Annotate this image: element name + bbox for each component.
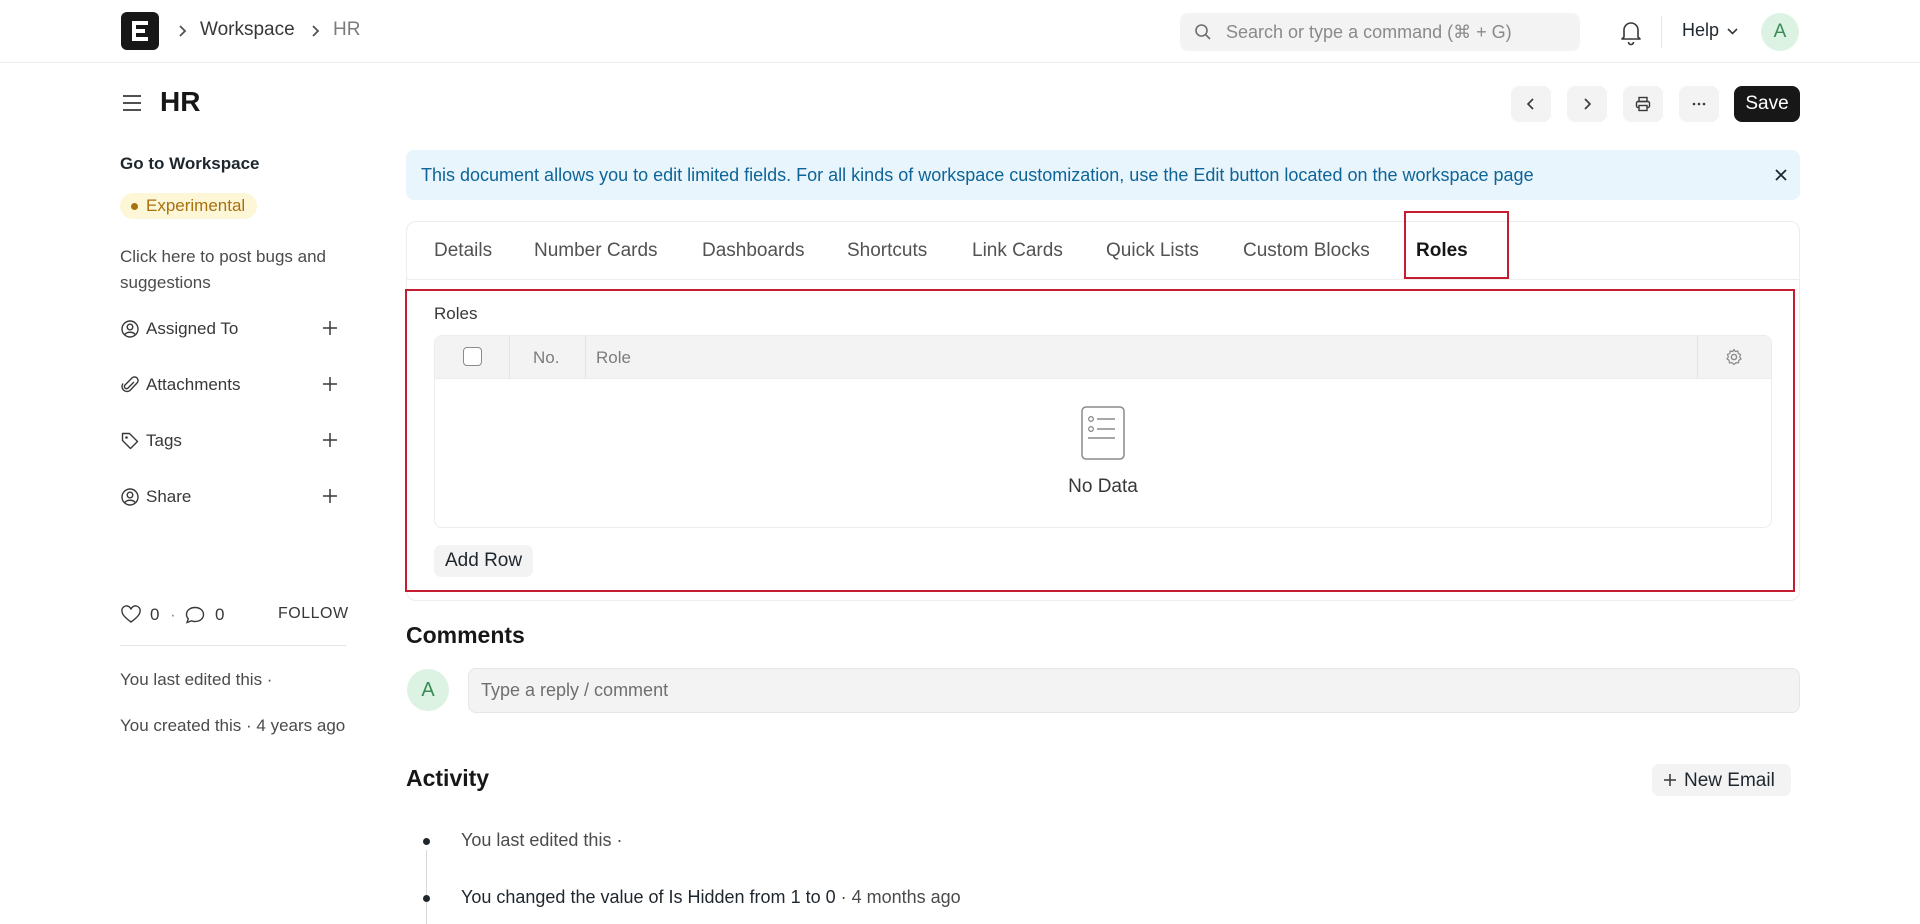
help-menu[interactable]: Help — [1682, 20, 1719, 41]
chevron-right-icon — [179, 25, 187, 37]
sidebar-item-label: Share — [146, 487, 192, 506]
activity-title: Activity — [406, 765, 490, 791]
close-icon[interactable] — [1773, 167, 1789, 183]
comment-avatar: A — [407, 669, 449, 711]
app-logo[interactable] — [121, 12, 159, 50]
save-button[interactable]: Save — [1734, 86, 1800, 122]
follow-button[interactable]: FOLLOW — [278, 605, 349, 623]
go-to-workspace-link[interactable]: Go to Workspace — [120, 154, 260, 174]
tabs-divider — [407, 279, 1799, 280]
plus-icon[interactable] — [320, 430, 340, 450]
tab-custom-blocks[interactable]: Custom Blocks — [1243, 240, 1370, 262]
breadcrumb-workspace[interactable]: Workspace — [200, 19, 295, 41]
plus-icon — [1664, 774, 1676, 786]
highlight-box-roles-section — [405, 289, 1795, 592]
tag-icon — [121, 432, 139, 450]
plus-icon[interactable] — [320, 318, 340, 338]
sidebar-item-share[interactable]: Share — [120, 483, 346, 511]
printer-icon — [1635, 96, 1651, 112]
assign-icon — [121, 320, 139, 338]
tab-shortcuts[interactable]: Shortcuts — [847, 240, 927, 262]
activity-item: You last edited this · — [461, 830, 623, 850]
plus-icon[interactable] — [320, 374, 340, 394]
highlight-box-roles-tab — [1404, 211, 1509, 279]
sidebar-item-label: Assigned To — [146, 319, 239, 338]
post-bugs-link[interactable]: Click here to post bugs and suggestions — [120, 244, 360, 296]
chevron-right-icon — [1584, 98, 1592, 110]
timeline-dot — [423, 838, 430, 845]
bell-icon[interactable] — [1618, 18, 1644, 46]
chevron-down-icon[interactable] — [1726, 27, 1739, 36]
navbar-divider — [1661, 16, 1662, 48]
alert-text: This document allows you to edit limited… — [421, 165, 1534, 185]
sidebar-item-tags[interactable]: Tags — [120, 427, 346, 455]
sidebar-divider — [120, 645, 346, 646]
tab-details[interactable]: Details — [434, 240, 492, 262]
breadcrumb-hr[interactable]: HR — [333, 19, 360, 41]
user-avatar[interactable]: A — [1761, 13, 1799, 51]
more-actions-button[interactable] — [1679, 86, 1719, 122]
heart-icon[interactable] — [120, 605, 142, 625]
comment-input[interactable] — [468, 668, 1800, 713]
tab-link-cards[interactable]: Link Cards — [972, 240, 1063, 262]
tab-number-cards[interactable]: Number Cards — [534, 240, 658, 262]
timeline-dot — [423, 895, 430, 902]
activity-prefix: You changed the value of Is Hidden from — [461, 887, 791, 907]
hamburger-menu-icon[interactable] — [121, 92, 143, 114]
last-edited-text: You last edited this · — [120, 670, 273, 689]
likes-comments-row: 0 · 0 FOLLOW — [120, 602, 349, 628]
sidebar-item-label: Attachments — [146, 375, 241, 394]
separator-dot: · — [170, 605, 176, 624]
comments-title: Comments — [406, 622, 525, 648]
badge-dot — [131, 203, 138, 210]
created-text: You created this · 4 years ago — [120, 716, 346, 735]
search-input[interactable] — [1226, 13, 1566, 51]
tab-dashboards[interactable]: Dashboards — [702, 240, 804, 262]
chevron-left-icon — [1526, 98, 1534, 110]
likes-count: 0 — [150, 605, 160, 624]
sidebar-item-assigned-to[interactable]: Assigned To — [120, 315, 346, 343]
top-navbar: Workspace HR Help A — [0, 0, 1920, 63]
new-email-button[interactable]: New Email — [1652, 764, 1791, 796]
info-alert: This document allows you to edit limited… — [406, 150, 1800, 200]
experimental-badge: Experimental — [120, 193, 258, 219]
timeline-line — [426, 850, 427, 924]
sidebar-item-attachments[interactable]: Attachments — [120, 371, 346, 399]
activity-item: You changed the value of Is Hidden from … — [461, 887, 961, 908]
activity-to-value: 0 — [825, 887, 836, 907]
badge-label: Experimental — [146, 196, 246, 215]
new-email-label: New Email — [1684, 770, 1775, 791]
print-button[interactable] — [1623, 86, 1663, 122]
activity-from-value: 1 — [790, 887, 801, 907]
comments-count: 0 — [215, 605, 225, 624]
paperclip-icon — [121, 376, 139, 393]
chevron-right-icon — [312, 25, 320, 37]
previous-doc-button[interactable] — [1511, 86, 1551, 122]
plus-icon[interactable] — [320, 486, 340, 506]
tab-quick-lists[interactable]: Quick Lists — [1106, 240, 1199, 262]
search-bar[interactable] — [1180, 13, 1580, 51]
activity-mid: to — [800, 887, 826, 907]
sidebar-item-label: Tags — [146, 431, 182, 450]
comment-icon[interactable] — [184, 605, 206, 625]
more-horizontal-icon — [1692, 102, 1706, 106]
page-title: HR — [160, 86, 201, 117]
search-icon — [1195, 24, 1211, 40]
logo-e-icon — [132, 21, 148, 41]
next-doc-button[interactable] — [1567, 86, 1607, 122]
share-icon — [121, 488, 139, 506]
activity-suffix: · 4 months ago — [835, 887, 961, 907]
